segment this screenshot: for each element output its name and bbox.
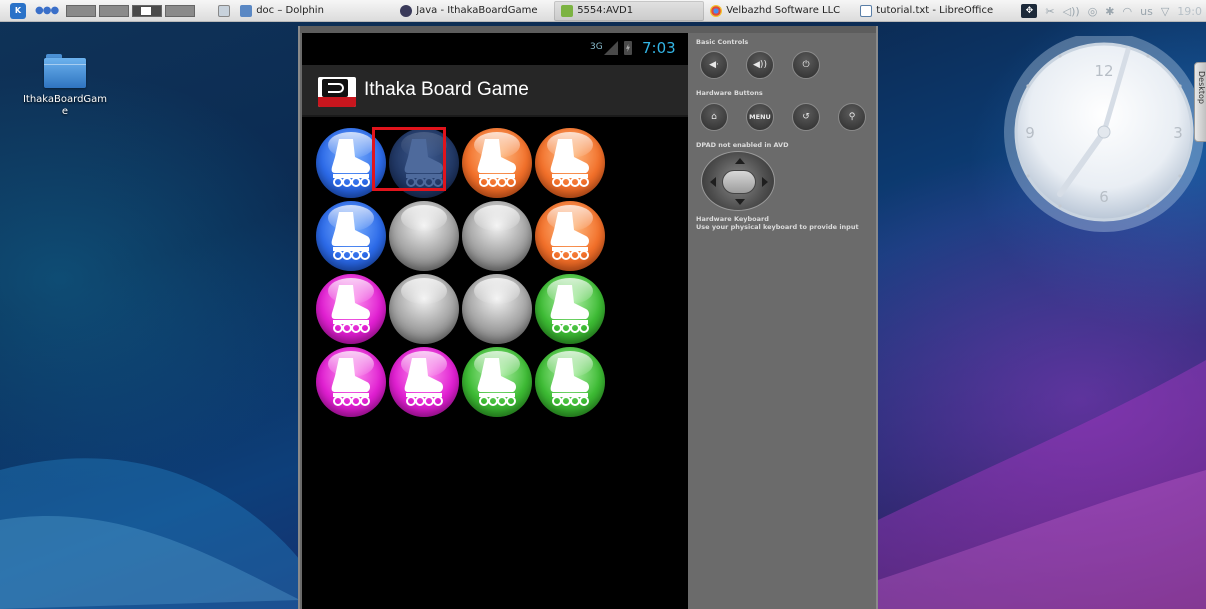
- virtual-desktop-3[interactable]: [132, 4, 163, 17]
- task-label: doc – Dolphin: [256, 5, 324, 16]
- desktop-icon-ithakaboardgame[interactable]: IthakaBoardGame: [22, 52, 108, 118]
- board-cell-0-2[interactable]: [462, 128, 532, 198]
- board-cell-2-1[interactable]: [389, 274, 459, 344]
- dpad-right-icon[interactable]: [762, 177, 768, 187]
- board-cell-0-3[interactable]: [535, 128, 605, 198]
- task-label: 5554:AVD1: [577, 5, 634, 16]
- dpad-down-icon[interactable]: [735, 199, 745, 205]
- menu-button[interactable]: MENU: [746, 103, 774, 131]
- emulator-titlebar: [300, 26, 876, 33]
- eclipse-icon: [400, 4, 413, 17]
- task-eclipse[interactable]: Java - IthakaBoardGame: [394, 1, 554, 21]
- hardware-buttons-label: Hardware Buttons: [696, 89, 763, 97]
- task-label: Velbazhd Software LLC: [726, 5, 841, 16]
- android-status-bar: 3G 7:03: [302, 33, 688, 65]
- board-cell-1-0[interactable]: [316, 201, 386, 271]
- emulator-controls-panel: Basic Controls ◀· ◀)) ⏻ Hardware Buttons…: [690, 33, 876, 609]
- chrome-icon: [710, 4, 723, 17]
- signal-icon: [604, 41, 618, 55]
- trash-icon: [218, 4, 231, 17]
- dropbox-icon[interactable]: ✥: [1021, 4, 1038, 18]
- board-cell-1-1[interactable]: [389, 201, 459, 271]
- action-bar: Ithaka Board Game: [302, 65, 688, 117]
- app-logo-icon[interactable]: [318, 77, 356, 107]
- document-icon: [860, 4, 873, 17]
- volume-down-button[interactable]: ◀·: [700, 51, 728, 79]
- dpad-status-label: DPAD not enabled in AVD: [696, 141, 789, 149]
- selected-cell-highlight: [372, 127, 446, 191]
- virtual-desktop-pager: [66, 4, 198, 17]
- klipper-icon[interactable]: ✂: [1045, 5, 1054, 18]
- folder-icon: [44, 52, 86, 88]
- folder-icon: [240, 4, 253, 17]
- task-browser[interactable]: Velbazhd Software LLC: [704, 1, 854, 21]
- board-cell-2-0[interactable]: [316, 274, 386, 344]
- status-time: 7:03: [642, 39, 676, 57]
- battery-charging-icon: [624, 41, 632, 55]
- clock-numeral-3: 3: [1173, 124, 1183, 142]
- board-cell-2-2[interactable]: [462, 274, 532, 344]
- game-board: [316, 128, 608, 420]
- board-cell-3-1[interactable]: [389, 347, 459, 417]
- taskbar: K ●●● doc – Dolphin Java - IthakaBoardGa…: [0, 0, 1206, 22]
- desktop-tab-label: Desktop: [1197, 71, 1206, 104]
- android-screen[interactable]: 3G 7:03 Ithaka Board Game: [302, 33, 688, 609]
- keyboard-layout[interactable]: us: [1140, 5, 1153, 18]
- system-tray: ✥ ✂ ◁)) ◎ ✱ ◠ us ▽ 19:0: [1013, 0, 1202, 21]
- volume-icon[interactable]: ◁)): [1063, 5, 1080, 18]
- volume-up-button[interactable]: ◀)): [746, 51, 774, 79]
- more-dots-icon[interactable]: ●●●: [35, 5, 59, 16]
- tray-clock[interactable]: 19:0: [1177, 5, 1202, 18]
- dpad-center-button[interactable]: [722, 170, 756, 194]
- task-label: Java - IthakaBoardGame: [416, 5, 538, 16]
- virtual-desktop-2[interactable]: [99, 4, 130, 17]
- board-cell-3-2[interactable]: [462, 347, 532, 417]
- emulator-window: 3G 7:03 Ithaka Board Game Basic Controls…: [298, 26, 878, 609]
- network-type: 3G: [590, 42, 603, 52]
- android-icon: [561, 4, 574, 17]
- dpad-up-icon[interactable]: [735, 158, 745, 164]
- virtual-desktop-4[interactable]: [165, 4, 196, 17]
- dpad[interactable]: [701, 151, 775, 211]
- task-label: tutorial.txt - LibreOffice: [876, 5, 994, 16]
- tray-expand-icon[interactable]: ▽: [1161, 5, 1169, 18]
- virtual-desktop-1[interactable]: [66, 4, 97, 17]
- desktop-icon-label: IthakaBoardGame: [22, 94, 108, 117]
- task-libreoffice[interactable]: tutorial.txt - LibreOffice: [854, 1, 1012, 21]
- app-title: Ithaka Board Game: [364, 79, 529, 100]
- power-button[interactable]: ⏻: [792, 51, 820, 79]
- task-avd-emulator[interactable]: 5554:AVD1: [554, 0, 705, 21]
- hardware-keyboard-title: Hardware Keyboard: [696, 215, 769, 223]
- wifi-icon[interactable]: ◠: [1123, 5, 1133, 18]
- board-cell-3-3[interactable]: [535, 347, 605, 417]
- board-cell-2-3[interactable]: [535, 274, 605, 344]
- home-button[interactable]: ⌂: [700, 103, 728, 131]
- search-button[interactable]: ⚲: [838, 103, 866, 131]
- bluetooth-icon[interactable]: ✱: [1105, 5, 1114, 18]
- board-cell-1-3[interactable]: [535, 201, 605, 271]
- kde-menu-icon[interactable]: K: [10, 2, 26, 19]
- clock-numeral-9: 9: [1025, 124, 1035, 142]
- clock-numeral-6: 6: [1099, 188, 1109, 206]
- clock-numeral-12: 12: [1094, 62, 1113, 80]
- network-monitor-icon[interactable]: ◎: [1088, 5, 1098, 18]
- dpad-left-icon[interactable]: [710, 177, 716, 187]
- back-button[interactable]: ↺: [792, 103, 820, 131]
- basic-controls-label: Basic Controls: [696, 38, 749, 46]
- hardware-keyboard-hint: Use your physical keyboard to provide in…: [696, 223, 859, 231]
- analog-clock-widget[interactable]: 12 3 6 9: [1002, 36, 1206, 236]
- desktop-toolbox-tab[interactable]: Desktop: [1194, 62, 1206, 142]
- board-cell-3-0[interactable]: [316, 347, 386, 417]
- task-dolphin[interactable]: doc – Dolphin: [212, 1, 362, 21]
- board-cell-1-2[interactable]: [462, 201, 532, 271]
